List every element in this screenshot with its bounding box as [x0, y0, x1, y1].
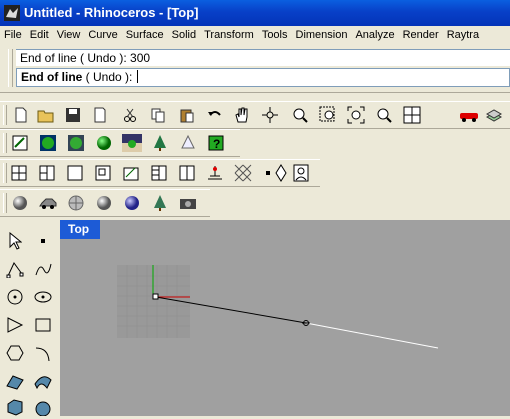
menu-transform[interactable]: Transform [200, 26, 258, 41]
cplane-icon[interactable] [205, 163, 225, 183]
wireframe-sphere-icon[interactable] [10, 193, 30, 213]
menu-analyze[interactable]: Analyze [351, 26, 398, 41]
blue-sphere-icon[interactable] [122, 193, 142, 213]
camera-icon[interactable] [178, 193, 198, 213]
menu-tools[interactable]: Tools [258, 26, 292, 41]
cut-icon[interactable] [120, 105, 140, 125]
ellipse-tool-icon[interactable] [32, 286, 54, 308]
toolbar-handle[interactable] [3, 193, 7, 213]
menu-raytrace[interactable]: Raytra [443, 26, 483, 41]
command-grip[interactable] [8, 49, 13, 87]
line-start-point[interactable] [152, 293, 159, 300]
arc-icon[interactable] [32, 342, 54, 364]
render-sphere-icon[interactable] [38, 133, 58, 153]
maximize-view-icon[interactable] [93, 163, 113, 183]
title-bar: Untitled - Rhinoceros - [Top] [0, 0, 510, 26]
portrait-icon[interactable] [291, 163, 311, 183]
help-icon[interactable]: ? [206, 133, 226, 153]
copy-icon[interactable] [148, 105, 168, 125]
arc-rect-icon[interactable] [4, 314, 26, 336]
menu-surface[interactable]: Surface [122, 26, 168, 41]
menu-dimension[interactable]: Dimension [292, 26, 352, 41]
menu-bar: File Edit View Curve Surface Solid Transform To… [0, 26, 510, 45]
car-shaded-icon[interactable] [38, 193, 58, 213]
open-file-icon[interactable] [36, 105, 56, 125]
command-prompt-options: ( Undo ): [82, 70, 136, 84]
viewport-canvas[interactable] [60, 220, 510, 416]
ghosted-sphere-icon[interactable] [66, 193, 86, 213]
layers-icon[interactable] [484, 105, 504, 125]
properties-icon[interactable] [10, 133, 30, 153]
command-prompt-bold: End of line [21, 70, 83, 84]
menu-file[interactable]: File [0, 26, 26, 41]
spotlight-icon[interactable] [178, 133, 198, 153]
car-render-icon[interactable] [458, 105, 478, 125]
surface-edge-icon[interactable] [32, 370, 54, 392]
render-toolbar: ? [0, 129, 240, 157]
surface-corner-icon[interactable] [4, 370, 26, 392]
rubber-band-line [305, 322, 439, 349]
menu-curve[interactable]: Curve [84, 26, 121, 41]
rhino-app-icon [4, 5, 20, 21]
tree-icon[interactable] [150, 133, 170, 153]
polygon-icon[interactable] [4, 342, 26, 364]
three-view-icon[interactable] [37, 163, 57, 183]
sphere-solid-icon[interactable] [32, 396, 54, 418]
top-viewport[interactable] [60, 220, 510, 416]
zoom-selected-icon[interactable] [374, 105, 394, 125]
set-view-icon[interactable] [121, 163, 141, 183]
zoom-window-icon[interactable] [318, 105, 338, 125]
single-view-icon[interactable] [65, 163, 85, 183]
command-input[interactable]: End of line ( Undo ): [16, 68, 510, 87]
save-icon[interactable] [63, 105, 83, 125]
paste-icon[interactable] [177, 105, 197, 125]
rectangle-icon[interactable] [32, 314, 54, 336]
menu-render[interactable]: Render [399, 26, 443, 41]
view-toolbar [0, 159, 320, 187]
menu-edit[interactable]: Edit [26, 26, 53, 41]
print-icon[interactable] [90, 105, 110, 125]
environment-icon[interactable] [122, 133, 142, 153]
box-solid-icon[interactable] [4, 396, 26, 418]
viewport-title-tab[interactable]: Top [60, 220, 100, 239]
four-viewports-icon[interactable] [402, 105, 422, 125]
text-caret [136, 70, 138, 83]
select-arrow-icon[interactable] [4, 230, 26, 252]
green-sphere-icon[interactable] [94, 133, 114, 153]
zoom-extents-icon[interactable] [346, 105, 366, 125]
toolbar-handle[interactable] [3, 105, 7, 125]
main-toolbar-left [0, 220, 60, 416]
point-tool-icon[interactable] [32, 230, 54, 252]
toolbar-handle[interactable] [3, 163, 7, 183]
window-title: Untitled - Rhinoceros - [Top] [24, 5, 199, 20]
command-history: End of line ( Undo ): 300 [16, 49, 510, 66]
zoom-dynamic-icon[interactable] [290, 105, 310, 125]
environment-render-icon[interactable] [150, 193, 170, 213]
shading-toolbar [0, 189, 210, 217]
two-view-icon[interactable] [177, 163, 197, 183]
named-view-icon[interactable] [149, 163, 169, 183]
svg-text:?: ? [213, 137, 220, 151]
menu-solid[interactable]: Solid [168, 26, 200, 41]
command-area: End of line ( Undo ): 300 End of line ( … [0, 45, 510, 93]
gray-sphere-icon[interactable] [94, 193, 114, 213]
new-file-icon[interactable] [11, 105, 31, 125]
polyline-icon[interactable] [4, 258, 26, 280]
curve-tool-icon[interactable] [32, 258, 54, 280]
undo-icon[interactable] [205, 105, 225, 125]
shaded-sphere-icon[interactable] [66, 133, 86, 153]
pan-hand-icon[interactable] [232, 105, 252, 125]
four-view-icon[interactable] [9, 163, 29, 183]
standard-toolbar [0, 101, 510, 129]
rotate-view-icon[interactable] [260, 105, 280, 125]
circle-tool-icon[interactable] [4, 286, 26, 308]
hatch-icon[interactable] [233, 163, 253, 183]
menu-view[interactable]: View [53, 26, 85, 41]
toolbar-handle[interactable] [3, 133, 7, 153]
diamond-icon[interactable] [271, 163, 291, 183]
